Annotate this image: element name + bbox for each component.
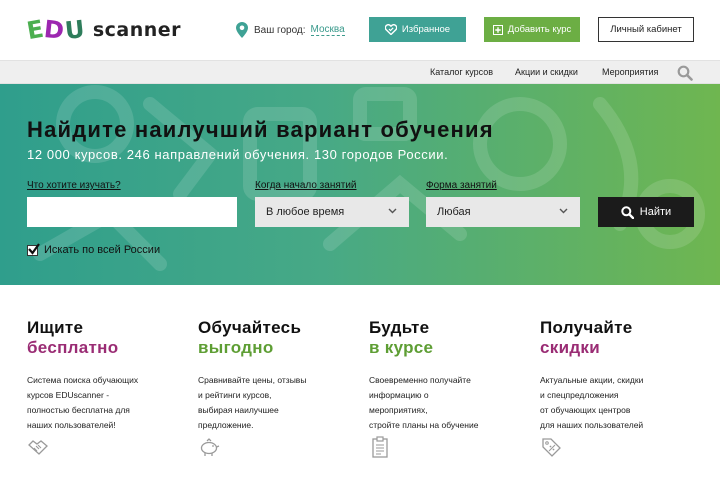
feature-desc-line: Своевременно получайте [369, 375, 471, 385]
discount-tag-icon [542, 438, 561, 457]
city-label: Ваш город: [254, 24, 306, 36]
feature-title: Получайте [540, 318, 633, 337]
feature-desc-line: наших пользователей! [27, 420, 116, 430]
feature-title-accent: скидки [540, 338, 600, 357]
logo-letter-d: D [42, 15, 66, 45]
checkmark-icon [28, 242, 40, 255]
feature-title-accent: бесплатно [27, 338, 119, 357]
feature-desc-line: стройте планы на обучение [369, 420, 479, 430]
feature-desc-line: Сравнивайте цены, отзывы [198, 375, 307, 385]
find-button[interactable]: Найти [598, 197, 694, 227]
feature-desc-line: от обучающих центров [540, 405, 631, 415]
logo[interactable]: E D U scanner [25, 14, 182, 46]
feature-free-search: Ищите бесплатно Система поиска обучающих… [27, 318, 187, 455]
feature-desc-line: предложение. [198, 420, 254, 430]
search-all-russia-option: Искать по всей России [27, 242, 161, 256]
when-label: Когда начало занятий [255, 180, 357, 191]
feature-desc-line: мероприятиях, [369, 405, 428, 415]
hero-subtitle: 12 000 курсов. 246 направлений обучения.… [27, 147, 449, 162]
cabinet-label: Личный кабинет [610, 24, 682, 35]
feature-desc-line: и рейтинги курсов, [198, 390, 272, 400]
favorites-button[interactable]: Избранное [369, 17, 466, 42]
feature-desc-line: и спецпредложения [540, 390, 619, 400]
feature-description: Сравнивайте цены, отзывы и рейтинги курс… [198, 373, 358, 433]
feature-save-money: Обучайтесь выгодно Сравнивайте цены, отз… [198, 318, 358, 456]
nav-events[interactable]: Мероприятия [602, 67, 658, 77]
start-time-value: В любое время [266, 206, 345, 218]
nav-catalog[interactable]: Каталог курсов [430, 67, 493, 77]
feature-description: Своевременно получайте информацию о меро… [369, 373, 529, 433]
heart-icon [384, 24, 397, 35]
feature-description: Система поиска обучающих курсов EDUscann… [27, 373, 187, 433]
hero-search-panel: Найдите наилучший вариант обучения 12 00… [0, 84, 720, 285]
nav-promotions[interactable]: Акции и скидки [515, 67, 578, 77]
cabinet-button[interactable]: Личный кабинет [598, 17, 694, 42]
feature-description: Актуальные акции, скидки и спецпредложен… [540, 373, 700, 433]
top-nav: Каталог курсов Акции и скидки Мероприяти… [0, 60, 720, 84]
form-label: Форма занятий [426, 180, 497, 191]
search-icon[interactable] [677, 65, 693, 81]
study-form-value: Любая [437, 206, 471, 218]
logo-edu-mark: E D U [25, 15, 87, 45]
feature-title-accent: выгодно [198, 338, 274, 357]
feature-stay-informed: Будьте в курсе Своевременно получайте ин… [369, 318, 529, 458]
feature-title: Ищите [27, 318, 84, 337]
feature-desc-line: полностью бесплатна для [27, 405, 130, 415]
search-all-russia-checkbox[interactable] [27, 242, 40, 256]
hero-title: Найдите наилучший вариант обучения [27, 117, 494, 142]
search-all-russia-label: Искать по всей России [44, 244, 161, 256]
plus-icon [492, 24, 503, 35]
map-pin-icon [236, 22, 248, 38]
add-course-button[interactable]: Добавить курс [484, 17, 580, 42]
feature-title-accent: в курсе [369, 338, 434, 357]
feature-title: Обучайтесь [198, 318, 302, 337]
study-form-select[interactable]: Любая [426, 197, 580, 227]
favorites-label: Избранное [401, 24, 451, 35]
feature-discounts: Получайте скидки Актуальные акции, скидк… [540, 318, 700, 457]
site-header: E D U scanner Ваш город: Москва Избранно… [0, 0, 720, 60]
feature-desc-line: для наших пользователей [540, 420, 644, 430]
start-time-select[interactable]: В любое время [255, 197, 409, 227]
logo-word: scanner [92, 19, 182, 41]
feature-title: Будьте [369, 318, 430, 337]
city-link[interactable]: Москва [310, 24, 345, 36]
course-search-input[interactable] [27, 197, 237, 227]
find-label: Найти [639, 206, 672, 218]
what-label: Что хотите изучать? [27, 180, 121, 191]
search-icon [621, 205, 634, 219]
feature-desc-line: Система поиска обучающих [27, 375, 139, 385]
logo-letter-u: U [63, 15, 87, 45]
add-course-label: Добавить курс [507, 24, 572, 35]
chevron-down-icon [559, 208, 568, 214]
feature-desc-line: курсов EDUscanner - [27, 390, 110, 400]
clipboard-icon [372, 436, 388, 458]
feature-desc-line: выбирая наилучшее [198, 405, 279, 415]
feature-desc-line: Актуальные акции, скидки [540, 375, 644, 385]
feature-desc-line: информацию о [369, 390, 429, 400]
piggy-bank-icon [200, 438, 220, 456]
handshake-icon [28, 440, 48, 455]
city-selector: Ваш город: Москва [236, 22, 345, 38]
chevron-down-icon [388, 208, 397, 214]
